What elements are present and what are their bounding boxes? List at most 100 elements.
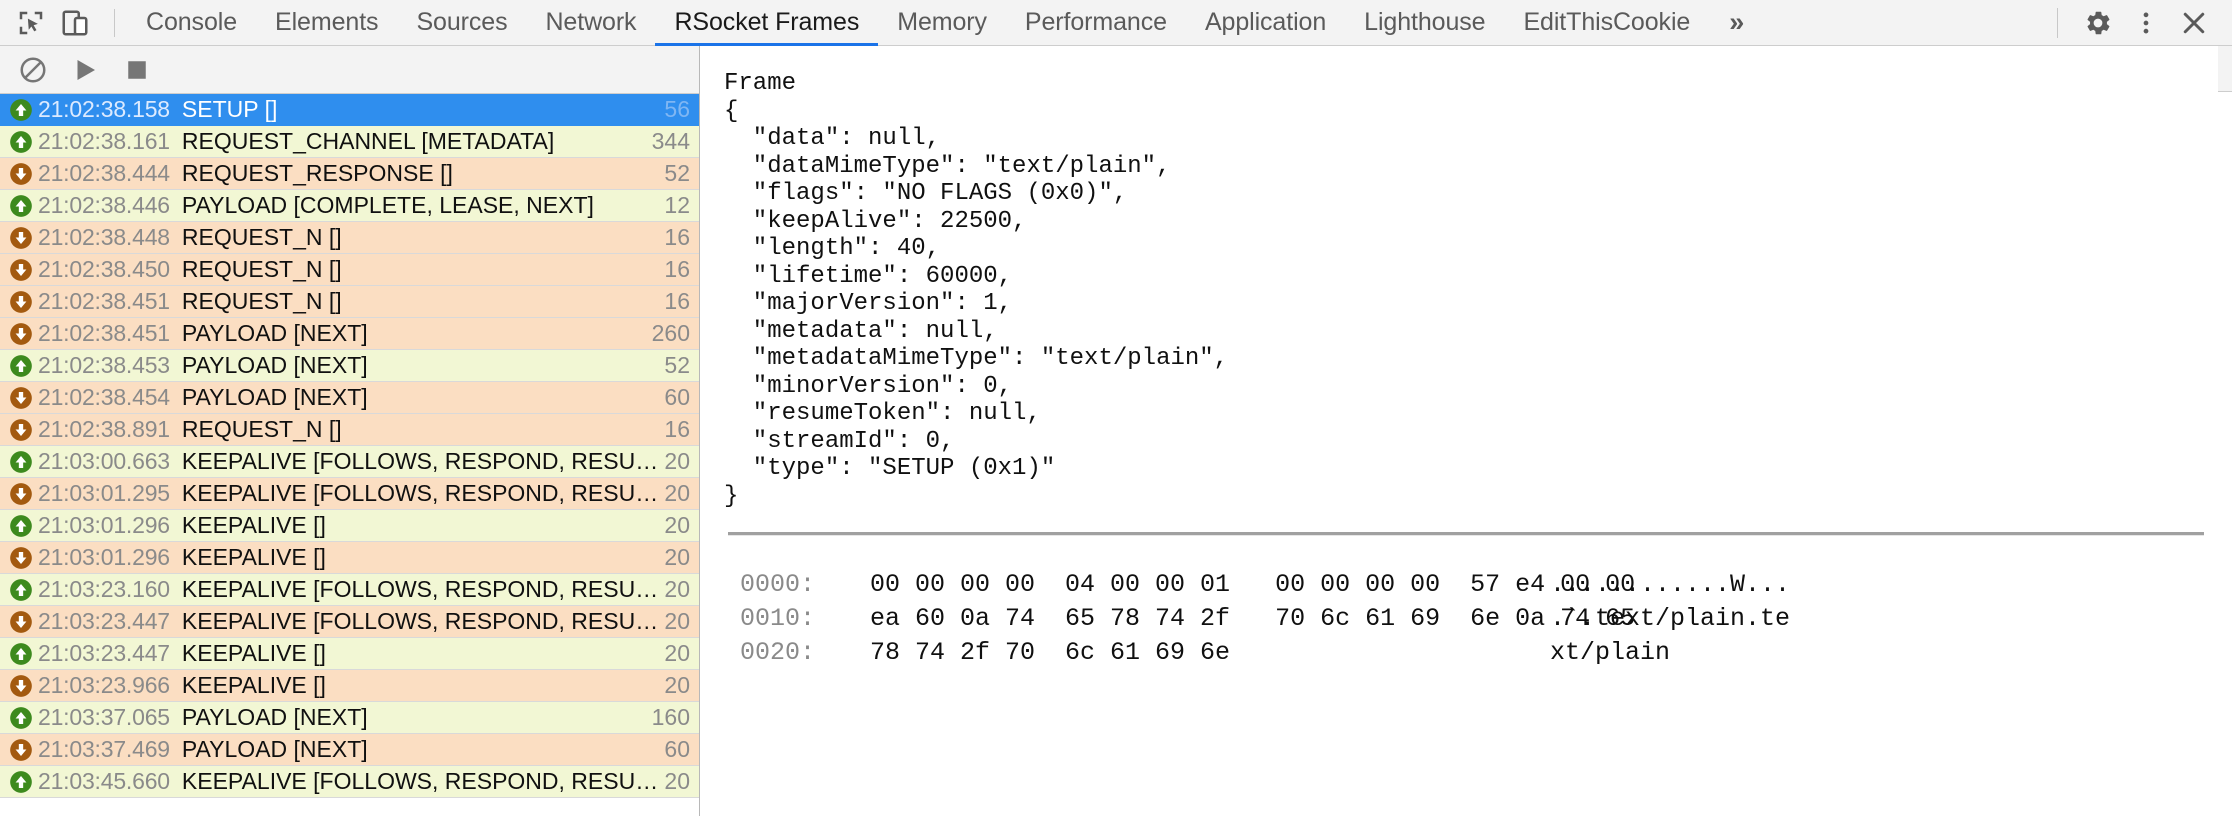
frame-row[interactable]: 21:02:38.453PAYLOAD [NEXT]52	[0, 350, 699, 382]
frame-row[interactable]: 21:03:00.663KEEPALIVE [FOLLOWS, RESPOND,…	[0, 446, 699, 478]
tab-performance[interactable]: Performance	[1006, 0, 1186, 46]
frame-row[interactable]: 21:02:38.454PAYLOAD [NEXT]60	[0, 382, 699, 414]
frame-row[interactable]: 21:02:38.446 PAYLOAD [COMPLETE, LEASE, NE…	[0, 190, 699, 222]
frame-row[interactable]: 21:02:38.450REQUEST_N []16	[0, 254, 699, 286]
frame-timestamp: 21:02:38.891	[38, 416, 170, 443]
hexdump-line: 0000:00 00 00 00 04 00 00 01 00 00 00 00…	[740, 568, 2232, 602]
frame-size: 20	[664, 672, 699, 699]
more-tabs-chevron-icon[interactable]: »	[1709, 0, 1764, 46]
frame-type-label: KEEPALIVE [FOLLOWS, RESPOND, RESUM…	[182, 576, 665, 603]
frame-type-label: REQUEST_RESPONSE []	[182, 160, 665, 187]
frame-timestamp: 21:02:38.454	[38, 384, 170, 411]
frame-size: 20	[664, 480, 699, 507]
arrow-up-icon	[8, 129, 34, 155]
frame-size: 260	[652, 320, 699, 347]
frame-row[interactable]: 21:03:23.160KEEPALIVE [FOLLOWS, RESPOND,…	[0, 574, 699, 606]
tab-lighthouse[interactable]: Lighthouse	[1345, 0, 1504, 46]
tab-memory[interactable]: Memory	[878, 0, 1006, 46]
frame-timestamp: 21:02:38.446	[38, 192, 170, 219]
frame-timestamp: 21:03:23.447	[38, 608, 170, 635]
hexdump-bytes: ea 60 0a 74 65 78 74 2f 70 6c 61 69 6e 0…	[870, 602, 1550, 636]
hexdump-ascii: .`.text/plain.te	[1550, 602, 1790, 636]
arrow-up-icon	[8, 769, 34, 795]
arrow-down-icon	[8, 609, 34, 635]
frame-size: 16	[664, 416, 699, 443]
frame-size: 20	[664, 576, 699, 603]
device-toolbar-icon[interactable]	[58, 6, 92, 40]
frame-size: 160	[652, 704, 699, 731]
arrow-up-icon	[8, 577, 34, 603]
toolbar-divider	[2057, 8, 2058, 38]
frame-type-label: KEEPALIVE [FOLLOWS, RESPOND, RESUM…	[182, 768, 665, 795]
frame-type-label: PAYLOAD [COMPLETE, LEASE, NEXT]	[182, 192, 665, 219]
frame-type-label: REQUEST_N []	[182, 288, 665, 315]
frame-row[interactable]: 21:03:01.295KEEPALIVE [FOLLOWS, RESPOND,…	[0, 478, 699, 510]
frame-timestamp: 21:02:38.448	[38, 224, 170, 251]
tab-application[interactable]: Application	[1186, 0, 1345, 46]
tab-rsocket-frames[interactable]: RSocket Frames	[655, 0, 878, 46]
frame-type-label: REQUEST_N []	[182, 224, 665, 251]
frame-row[interactable]: 21:03:23.447 KEEPALIVE [FOLLOWS, RESPOND,…	[0, 606, 699, 638]
arrow-down-icon	[8, 385, 34, 411]
frame-timestamp: 21:03:37.065	[38, 704, 170, 731]
frames-list[interactable]: 21:02:38.158SETUP []5621:02:38.161REQUES…	[0, 94, 699, 816]
frame-row[interactable]: 21:02:38.451REQUEST_N []16	[0, 286, 699, 318]
hexdump-offset: 0010:	[740, 602, 870, 636]
frame-timestamp: 21:02:38.158	[38, 96, 170, 123]
arrow-up-icon	[8, 193, 34, 219]
inspect-element-icon[interactable]	[14, 6, 48, 40]
frame-row[interactable]: 21:02:38.891REQUEST_N []16	[0, 414, 699, 446]
arrow-down-icon	[8, 545, 34, 571]
arrow-up-icon	[8, 353, 34, 379]
devtools-window: Console Elements Sources Network RSocket…	[0, 0, 2232, 816]
arrow-down-icon	[8, 481, 34, 507]
hexdump-ascii: xt/plain	[1550, 636, 1670, 670]
frame-type-label: PAYLOAD [NEXT]	[182, 384, 665, 411]
close-icon[interactable]	[2172, 1, 2216, 45]
frame-type-label: KEEPALIVE []	[182, 640, 665, 667]
arrow-up-icon	[8, 449, 34, 475]
frame-row[interactable]: 21:03:37.469PAYLOAD [NEXT]60	[0, 734, 699, 766]
frame-size: 20	[664, 448, 699, 475]
frame-row[interactable]: 21:03:23.447KEEPALIVE []20	[0, 638, 699, 670]
kebab-menu-icon[interactable]	[2124, 1, 2168, 45]
frame-row[interactable]: 21:03:01.296KEEPALIVE []20	[0, 542, 699, 574]
play-button[interactable]	[66, 51, 104, 89]
frame-timestamp: 21:02:38.161	[38, 128, 170, 155]
frame-row[interactable]: 21:03:01.296KEEPALIVE []20	[0, 510, 699, 542]
frame-timestamp: 21:03:23.447	[38, 640, 170, 667]
arrow-up-icon	[8, 641, 34, 667]
frame-timestamp: 21:03:23.966	[38, 672, 170, 699]
gear-icon[interactable]	[2076, 1, 2120, 45]
toolbar-divider	[114, 9, 115, 37]
tab-label: EditThisCookie	[1523, 8, 1690, 37]
tab-console[interactable]: Console	[127, 0, 256, 46]
tab-elements[interactable]: Elements	[256, 0, 397, 46]
frame-json-view: Frame { "data": null, "dataMimeType": "t…	[700, 46, 2232, 510]
tab-label: Memory	[897, 8, 987, 37]
frame-row[interactable]: 21:02:38.448REQUEST_N []16	[0, 222, 699, 254]
tab-label: Application	[1205, 8, 1326, 37]
tab-editthiscookie[interactable]: EditThisCookie	[1504, 0, 1709, 46]
rsocket-frames-panel: 21:02:38.158SETUP []5621:02:38.161REQUES…	[0, 46, 2232, 816]
arrow-down-icon	[8, 289, 34, 315]
tab-sources[interactable]: Sources	[397, 0, 526, 46]
stop-button[interactable]	[118, 51, 156, 89]
tab-network[interactable]: Network	[526, 0, 655, 46]
frame-row[interactable]: 21:03:37.065PAYLOAD [NEXT]160	[0, 702, 699, 734]
frame-row[interactable]: 21:02:38.158SETUP []56	[0, 94, 699, 126]
tab-label: Sources	[416, 8, 507, 37]
frame-timestamp: 21:03:01.296	[38, 544, 170, 571]
frame-row[interactable]: 21:03:23.966KEEPALIVE []20	[0, 670, 699, 702]
frame-timestamp: 21:02:38.453	[38, 352, 170, 379]
arrow-down-icon	[8, 257, 34, 283]
frame-row[interactable]: 21:03:45.660KEEPALIVE [FOLLOWS, RESPOND,…	[0, 766, 699, 798]
frame-row[interactable]: 21:02:38.451PAYLOAD [NEXT]260	[0, 318, 699, 350]
frame-timestamp: 21:02:38.451	[38, 320, 170, 347]
frame-row[interactable]: 21:02:38.444REQUEST_RESPONSE []52	[0, 158, 699, 190]
arrow-down-icon	[8, 321, 34, 347]
frame-row[interactable]: 21:02:38.161REQUEST_CHANNEL [METADATA]34…	[0, 126, 699, 158]
frame-type-label: KEEPALIVE [FOLLOWS, RESPOND, RESUM…	[182, 608, 665, 635]
hexdump-ascii: ............W...	[1550, 568, 1790, 602]
clear-frames-button[interactable]	[14, 51, 52, 89]
